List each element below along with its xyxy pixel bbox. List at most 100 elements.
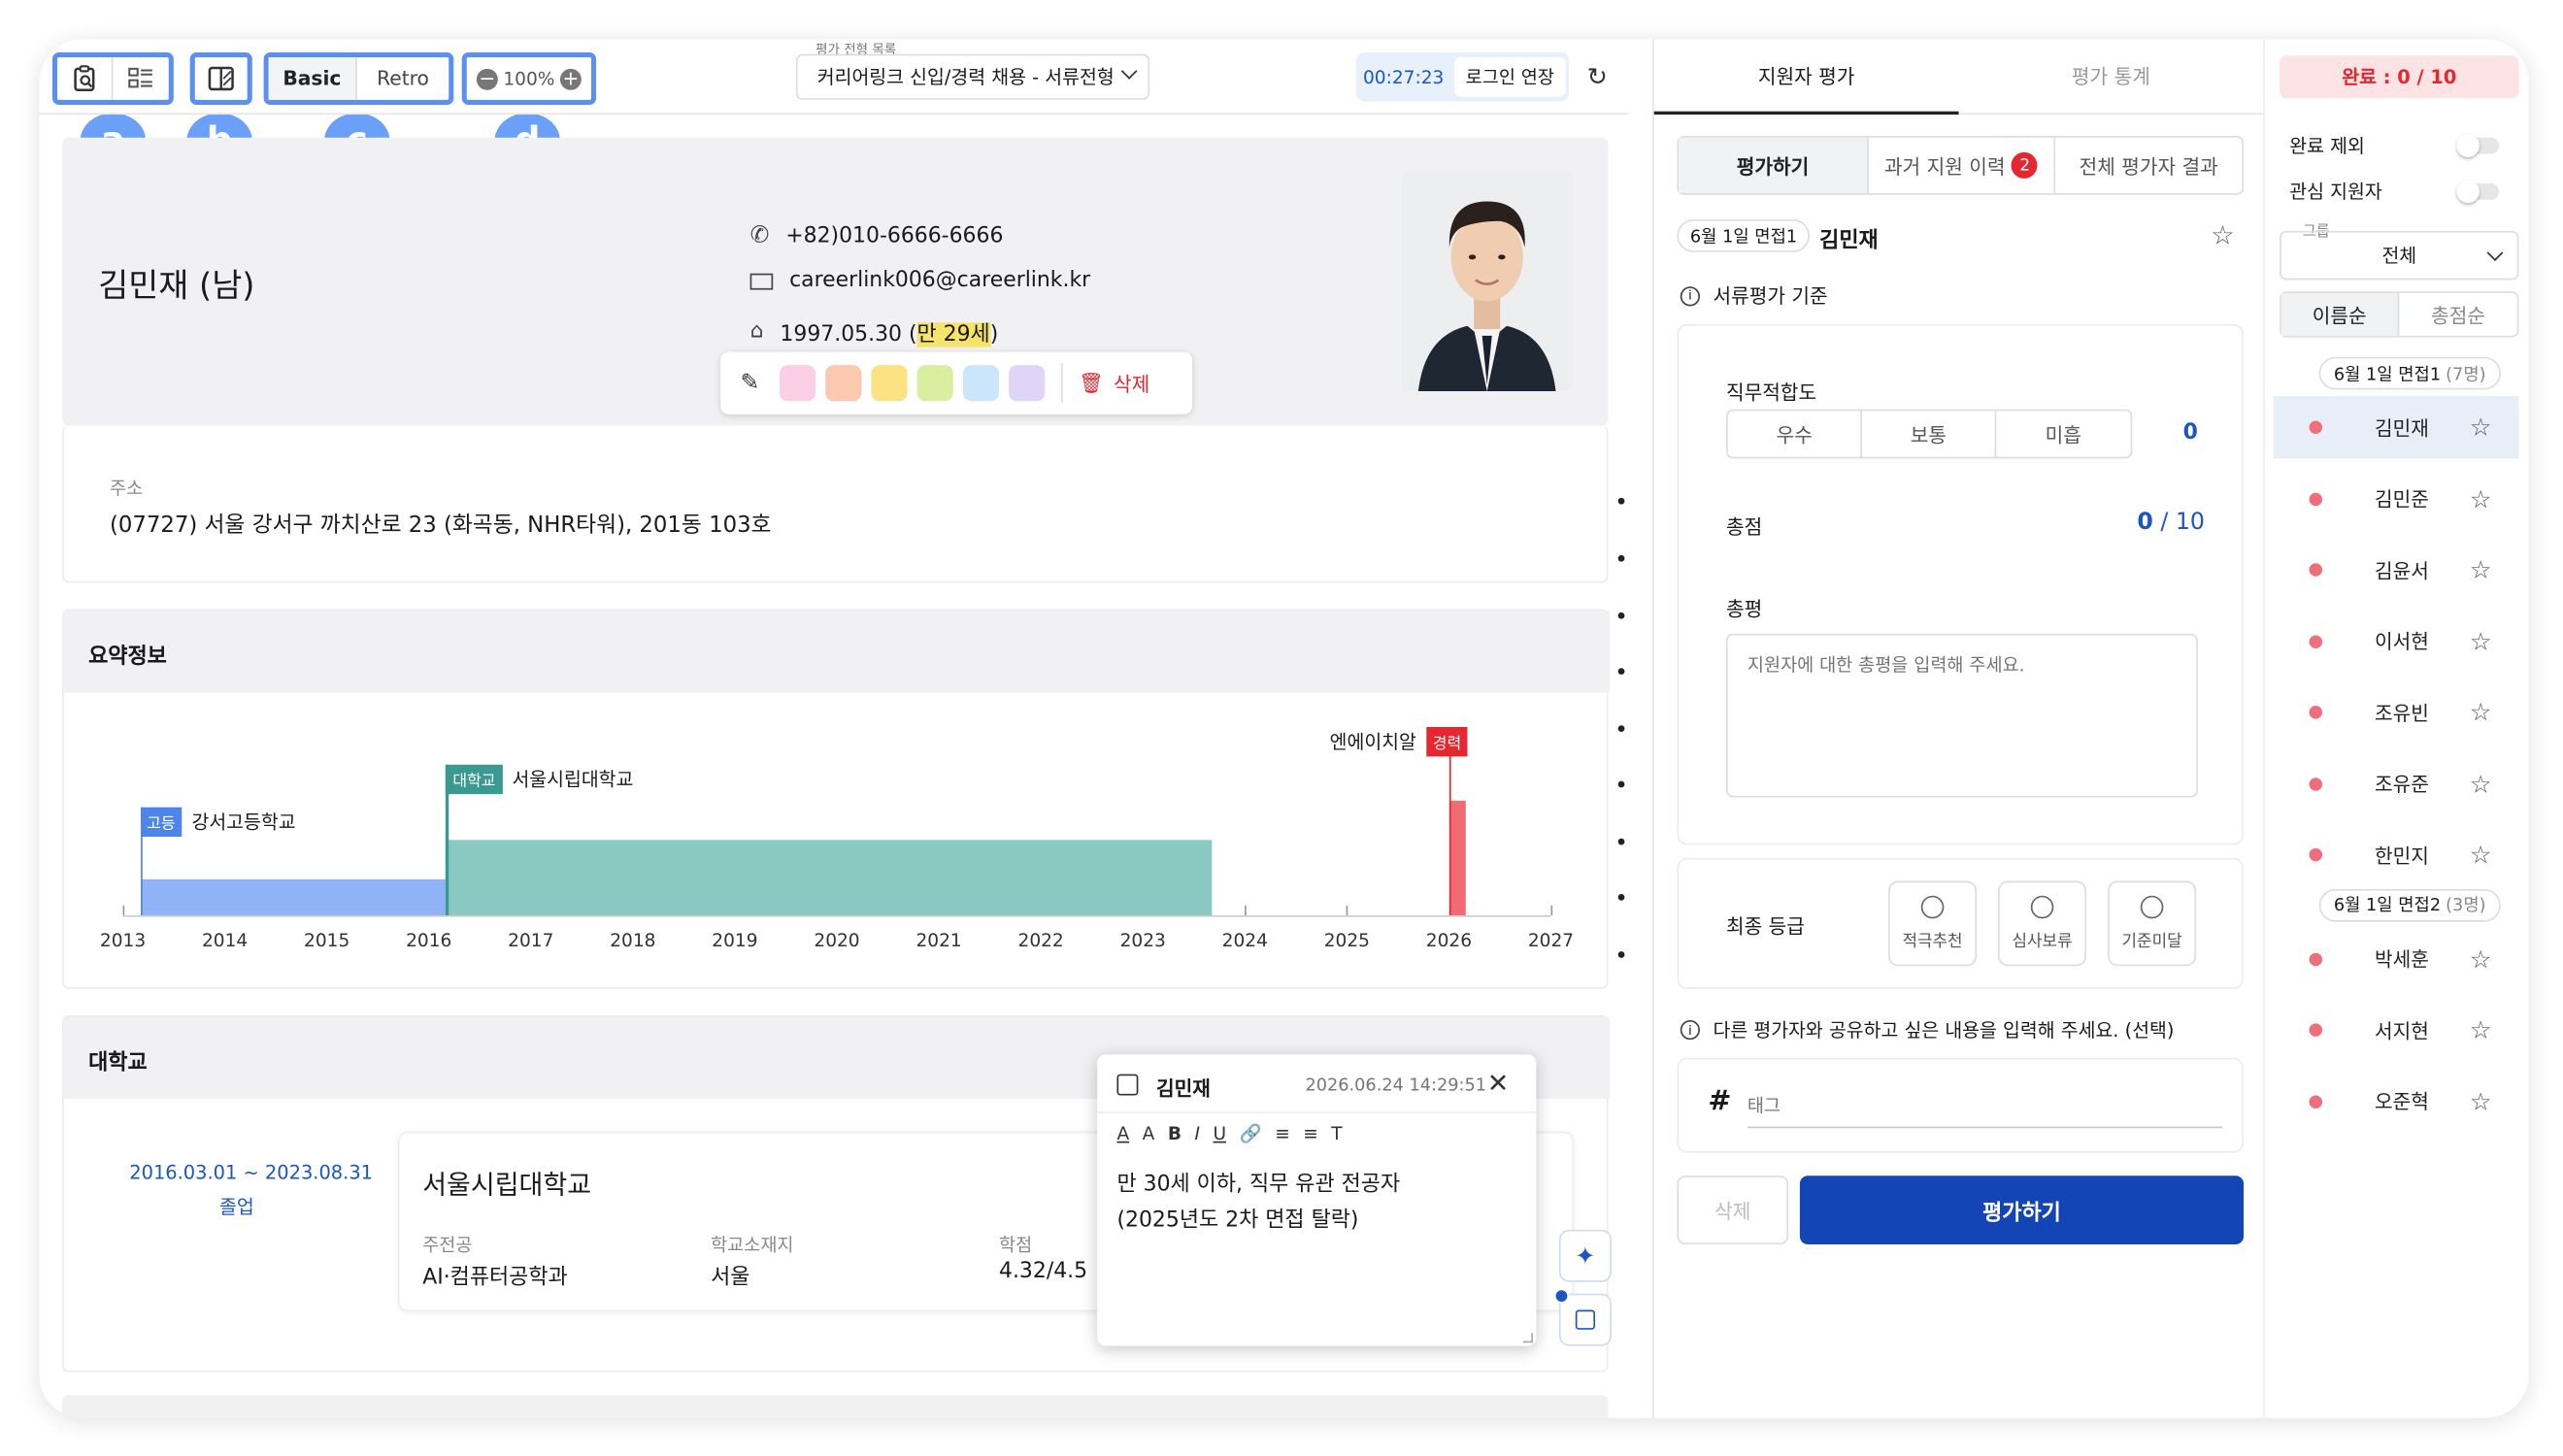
subtab-evaluate[interactable]: 평가하기	[1679, 137, 1869, 194]
submit-eval-button[interactable]: 평가하기	[1799, 1175, 2245, 1245]
view-basic-button[interactable]: Basic	[268, 57, 357, 100]
address-label: 주소	[110, 478, 144, 500]
candidate-name: 한민지	[2375, 844, 2429, 868]
tab-applicant-eval[interactable]: 지원자 평가	[1653, 39, 1959, 116]
view-retro-button[interactable]: Retro	[357, 57, 449, 100]
star-icon[interactable]: ☆	[2470, 840, 2492, 869]
grade-recommend-button[interactable]: 적극추천	[1887, 880, 1978, 967]
candidate-row[interactable]: 한민지 ☆	[2273, 824, 2518, 886]
tab-eval-stats[interactable]: 평가 통계	[1958, 39, 2264, 116]
exclude-done-toggle[interactable]	[2456, 134, 2500, 157]
star-icon[interactable]: ☆	[2211, 219, 2234, 250]
delete-eval-button[interactable]: 삭제	[1677, 1175, 1789, 1245]
sort-toggle: 이름순 총점순	[2280, 291, 2519, 338]
subtab-history[interactable]: 과거 지원 이력 2	[1869, 137, 2056, 194]
recruitment-select[interactable]: 커리어링크 신입/경력 채용 - 서류전형	[795, 53, 1150, 100]
candidate-row[interactable]: 조유준 ☆	[2273, 752, 2518, 814]
group-tag: 6월 1일 면접1	[1677, 219, 1811, 252]
grade-recommend-label: 적극추천	[1902, 933, 1963, 952]
fit-option-poor[interactable]: 미흡	[1996, 411, 2131, 456]
group-name: 6월 1일 면접1	[2333, 364, 2442, 384]
memo-line-1[interactable]: 만 30세 이하, 직무 유관 전공자	[1116, 1166, 1400, 1197]
close-icon[interactable]: ✕	[1487, 1068, 1510, 1099]
review-textarea[interactable]	[1725, 633, 2198, 798]
timeline-bar[interactable]	[140, 878, 447, 915]
memo-toggle-icon[interactable]	[1558, 1293, 1612, 1346]
grade-hold-button[interactable]: 심사보류	[1998, 880, 2087, 967]
session-timer: 00:27:23 로그인 연장	[1355, 51, 1570, 102]
star-icon[interactable]: ☆	[2470, 943, 2492, 973]
star-icon[interactable]: ☆	[2470, 555, 2492, 584]
view-mode-toggle: Basic Retro	[263, 51, 454, 105]
candidate-row[interactable]: 김윤서 ☆	[2273, 539, 2518, 601]
status-dot	[2309, 1094, 2323, 1109]
timeline-bar[interactable]	[446, 840, 1212, 915]
timeline-tick-label: 2016	[406, 930, 452, 952]
bold-icon[interactable]: B	[1168, 1123, 1182, 1144]
favorite-toggle[interactable]	[2456, 180, 2500, 204]
ai-sparkle-icon[interactable]: ✦	[1558, 1229, 1612, 1282]
zoom-in-icon[interactable]: +	[559, 68, 582, 89]
italic-icon[interactable]: I	[1195, 1123, 1200, 1144]
candidate-row[interactable]: 오준혁 ☆	[2273, 1070, 2518, 1132]
list-view-icon[interactable]	[113, 57, 168, 100]
info-icon: i	[1680, 285, 1701, 306]
fit-option-average[interactable]: 보통	[1863, 411, 1996, 457]
group-select[interactable]: 전체	[2280, 230, 2519, 281]
scroll-dot	[1617, 894, 1625, 901]
candidate-row[interactable]: 서지현 ☆	[2273, 999, 2518, 1061]
star-icon[interactable]: ☆	[2470, 483, 2492, 513]
star-icon[interactable]: ☆	[2470, 698, 2492, 727]
bullet-list-icon[interactable]: ≡	[1303, 1123, 1318, 1144]
delete-highlight-button[interactable]: 삭제	[1114, 369, 1149, 397]
candidate-row[interactable]: 박세훈 ☆	[2273, 928, 2518, 990]
color-swatch[interactable]	[962, 365, 999, 402]
candidate-row[interactable]: 김민재 ☆	[2273, 396, 2519, 459]
memo-line-2[interactable]: (2025년도 2차 면접 탈락)	[1116, 1202, 1358, 1233]
star-icon[interactable]: ☆	[2470, 626, 2492, 655]
timeline-axis	[122, 914, 1551, 917]
color-swatch[interactable]	[779, 365, 816, 402]
color-swatch[interactable]	[916, 365, 953, 402]
color-swatch[interactable]	[1008, 365, 1045, 402]
ordered-list-icon[interactable]: ≡	[1275, 1123, 1290, 1144]
resize-handle[interactable]	[1522, 1333, 1533, 1343]
extend-login-button[interactable]: 로그인 연장	[1453, 57, 1566, 97]
candidate-row[interactable]: 김민준 ☆	[2273, 468, 2518, 530]
underline-icon[interactable]: U	[1213, 1123, 1226, 1144]
trash-icon[interactable]: 🗑	[1079, 372, 1104, 395]
star-icon[interactable]: ☆	[2470, 413, 2492, 442]
sort-by-name[interactable]: 이름순	[2280, 292, 2400, 336]
clear-format-icon[interactable]: T	[1331, 1123, 1342, 1144]
star-icon[interactable]: ☆	[2470, 1086, 2492, 1115]
grade-fail-button[interactable]: 기준미달	[2108, 880, 2197, 967]
refresh-icon[interactable]: ↻	[1587, 62, 1608, 91]
timeline-bar[interactable]	[1448, 800, 1467, 915]
highlight-icon[interactable]: A	[1143, 1123, 1155, 1144]
star-icon[interactable]: ☆	[2470, 1015, 2492, 1044]
color-swatch[interactable]	[824, 365, 861, 402]
subtab-all-results[interactable]: 전체 평가자 결과	[2055, 138, 2242, 193]
candidate-row[interactable]: 이서현 ☆	[2273, 610, 2518, 672]
scroll-dot	[1617, 612, 1625, 619]
tag-input[interactable]	[1747, 1085, 2223, 1129]
fit-option-excellent[interactable]: 우수	[1728, 411, 1863, 457]
panel-divider	[1652, 39, 1654, 1418]
sort-by-score[interactable]: 총점순	[2399, 293, 2516, 336]
candidate-name: 조유준	[2375, 773, 2429, 796]
toolbar-divider	[39, 113, 1628, 116]
status-dot	[2309, 634, 2323, 648]
note-icon	[1116, 1074, 1139, 1096]
app-window: Basic Retro − 100% + a b c d 평가 전형 목록 커리…	[39, 39, 2529, 1418]
next-section	[62, 1395, 1609, 1418]
text-color-icon[interactable]: A	[1116, 1123, 1129, 1144]
split-panel-icon[interactable]	[195, 57, 248, 100]
candidate-row[interactable]: 조유빈 ☆	[2273, 681, 2518, 744]
zoom-out-icon[interactable]: −	[476, 68, 498, 89]
link-icon[interactable]: 🔗	[1240, 1123, 1262, 1144]
timeline-tag: 고등	[140, 807, 183, 838]
star-icon[interactable]: ☆	[2470, 769, 2492, 798]
color-swatch[interactable]	[870, 365, 908, 402]
clipboard-search-icon[interactable]	[57, 57, 114, 100]
pen-icon[interactable]: ✎	[740, 370, 759, 396]
